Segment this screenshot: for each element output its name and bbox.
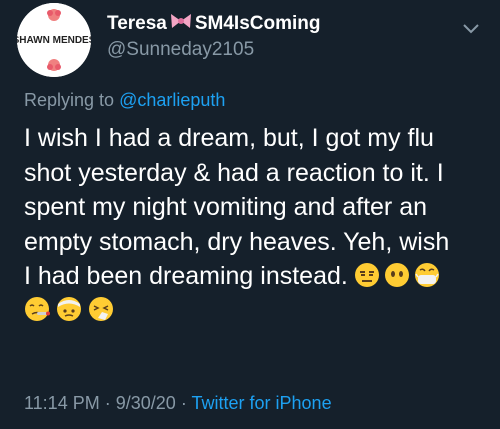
meta-separator: · [180, 393, 187, 413]
sneezing-face-emoji [89, 296, 113, 321]
tweet-line: I wish I had a dream, but, I got my flu [24, 124, 434, 152]
tweet-time[interactable]: 11:14 PM [24, 393, 100, 413]
expressionless-face-emoji [354, 263, 379, 287]
avatar-text: SHAWN MENDES [17, 35, 91, 46]
bow-icon [169, 11, 193, 37]
display-name-suffix: SM4IsComing [194, 13, 321, 34]
tweet-date[interactable]: 9/30/20 [116, 393, 176, 413]
display-name[interactable]: Teresa SM4IsComing [107, 11, 320, 37]
tweet-line-text: I had been dreaming instead. [24, 262, 348, 290]
face-with-medical-mask-emoji [414, 263, 439, 287]
face-without-mouth-emoji [384, 263, 409, 287]
tweet-line: shot yesterday & had a reaction to it. I [24, 158, 444, 187]
avatar[interactable]: SHAWN MENDES [17, 3, 91, 77]
tweet-line-last: I had been dreaming instead. [24, 259, 490, 294]
emoji-row [24, 296, 490, 322]
replying-to: Replying to @charlieputh [24, 90, 225, 111]
tweet-meta: 11:14 PM · 9/30/20 · Twitter for iPhone [24, 393, 332, 414]
tweet-body: I wish I had a dream, but, I got my flu … [24, 121, 490, 322]
tweet-line: empty stomach, dry heaves. Yeh, wish [24, 227, 450, 256]
meta-separator: · [104, 393, 111, 413]
tweet-source-link[interactable]: Twitter for iPhone [192, 393, 332, 413]
tweet: SHAWN MENDES Teresa SM4IsComing @Sunneda… [0, 0, 500, 429]
display-name-first: Teresa [107, 13, 167, 34]
tweet-line: spent my night vomiting and after an [24, 193, 428, 221]
face-with-head-bandage-emoji [57, 296, 81, 321]
replying-prefix: Replying to [24, 90, 115, 110]
chevron-down-icon[interactable] [462, 22, 480, 34]
replying-mention-link[interactable]: @charlieputh [119, 90, 225, 110]
user-handle[interactable]: @Sunneday2105 [107, 39, 254, 61]
face-with-thermometer-emoji [25, 296, 50, 321]
